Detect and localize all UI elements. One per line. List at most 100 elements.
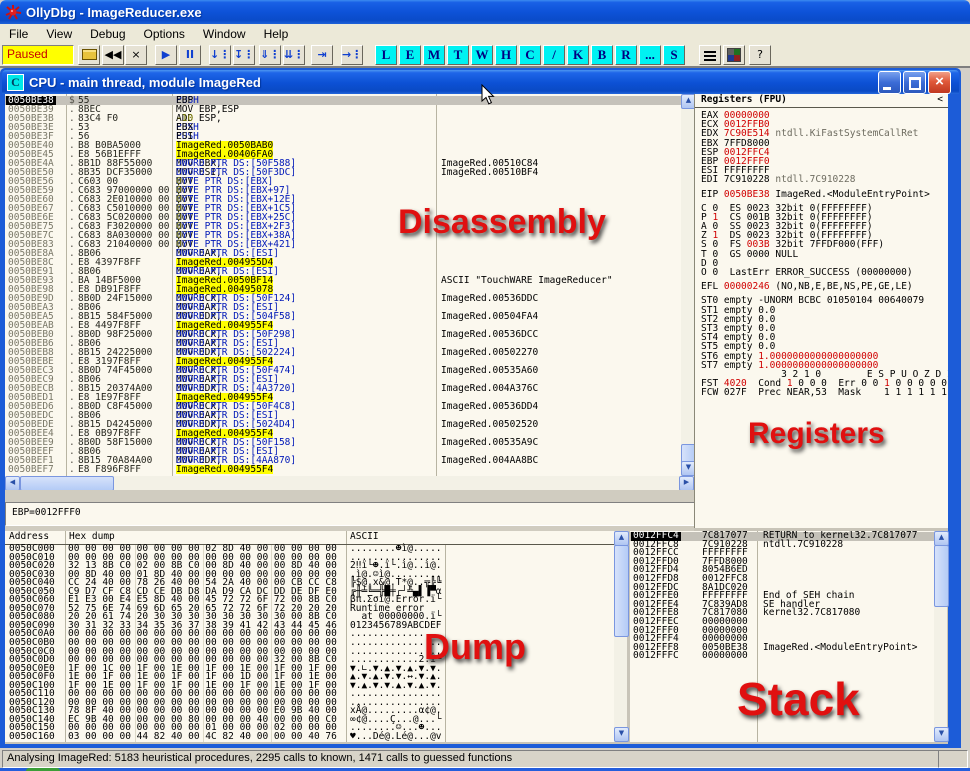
panel-button-K[interactable]: K [567, 45, 589, 65]
panel-button-M[interactable]: M [423, 45, 445, 65]
scroll-up-icon[interactable]: ▲ [934, 531, 949, 546]
scroll-left-icon[interactable]: ◀ [5, 476, 20, 491]
disasm-marker: . [69, 465, 75, 474]
disasm-comment: ImageRed.004A376C [441, 384, 538, 393]
register-line[interactable]: EIP 0050BE38 ImageRed.<ModuleEntryPoint> [701, 190, 948, 199]
stack-comment: ntdll.7C910228 [763, 541, 843, 550]
disasm-row[interactable]: 0050BEE9.8B0D 58F15000MOV ECX,DWORD PTR … [5, 438, 681, 447]
disasm-comment: ImageRed.00536DDC [441, 294, 538, 303]
panel-button-B[interactable]: B [591, 45, 613, 65]
panel-button-L[interactable]: L [375, 45, 397, 65]
text-run: 00000246 [724, 281, 770, 292]
text-run: 0050BE38 [724, 189, 770, 200]
registers-pane[interactable]: Registers (FPU) < EAX 00000000ECX 0012FF… [695, 94, 948, 528]
scroll-down-icon[interactable]: ▼ [614, 727, 629, 742]
dump-row[interactable]: 0050C16003 00 00 00 44 82 40 00 4C 82 40… [5, 733, 614, 742]
stack-comment: ImageRed.<ModuleEntryPoint> [763, 644, 917, 653]
stack-value: 00000000 [702, 652, 748, 661]
open-folder-icon [82, 49, 97, 60]
text-run: EFL [701, 281, 724, 292]
panel-button-T[interactable]: T [447, 45, 469, 65]
execute-till-return-button[interactable]: ⇥ [311, 45, 333, 65]
scroll-thumb[interactable] [614, 545, 629, 637]
register-line[interactable]: O 0 LastErr ERROR_SUCCESS (00000000) [701, 268, 948, 277]
step-over-button[interactable]: ↧⋮ [233, 45, 255, 65]
text-run: (NO,NB,E,BE,NS,PE,GE,LE) [770, 281, 913, 292]
menu-item-options[interactable]: Options [135, 24, 194, 44]
stack-row[interactable]: 0012FFFC00000000 [630, 652, 934, 661]
run-button[interactable]: ▶ [155, 45, 177, 65]
register-line[interactable]: T 0 GS 0000 NULL [701, 250, 948, 259]
disasm-row[interactable]: 0050BEF7.E8 F896F8FFCALL ImageRed.004955… [5, 465, 681, 474]
scroll-thumb[interactable] [934, 545, 949, 607]
menu-item-file[interactable]: File [0, 24, 37, 44]
open-file-button[interactable] [78, 45, 100, 65]
disasm-row[interactable]: 0050BE38$55PUSH EBP [5, 96, 681, 105]
registers-lines: EAX 00000000ECX 0012FFB0EDX 7C90E514 ntd… [695, 108, 948, 397]
stack-rows: 0012FFC47C817077RETURN to kernel32.7C817… [630, 531, 934, 661]
panel-button-slash[interactable]: / [543, 45, 565, 65]
stack-vscrollbar[interactable]: ▲ ▼ [934, 531, 947, 742]
disasm-row[interactable]: 0050BEC3.8B0D 74F45000MOV ECX,DWORD PTR … [5, 366, 681, 375]
pane-splitter[interactable] [5, 490, 694, 502]
panel-button-R[interactable]: R [615, 45, 637, 65]
status-bar: Analysing ImageRed: 5183 heuristical pro… [0, 748, 970, 768]
register-line[interactable]: EDI 7C910228 ntdll.7C910228 [701, 175, 948, 184]
register-line[interactable]: EFL 00000246 (NO,NB,E,BE,NS,PE,GE,LE) [701, 282, 948, 291]
disassembly-pane[interactable]: 0050BE38$55PUSH EBP0050BE39.8BECMOV EBP,… [5, 94, 681, 476]
menu-item-window[interactable]: Window [194, 24, 255, 44]
disassembly-rows: 0050BE38$55PUSH EBP0050BE39.8BECMOV EBP,… [5, 94, 681, 474]
go-to-button[interactable]: →⋮ [341, 45, 363, 65]
panel-button-S[interactable]: S [663, 45, 685, 65]
close-program-button[interactable]: × [125, 45, 147, 65]
minimize-button[interactable] [878, 71, 901, 94]
menu-item-view[interactable]: View [37, 24, 81, 44]
scroll-thumb[interactable] [20, 476, 114, 491]
menu-item-debug[interactable]: Debug [81, 24, 134, 44]
collapse-button[interactable]: < [937, 94, 943, 106]
disasm-row[interactable]: 0050BEB0.8B0D 98F25000MOV ECX,DWORD PTR … [5, 330, 681, 339]
appearance-button[interactable] [723, 45, 745, 65]
disasm-row[interactable]: 0050BE8C.E8 4397F8FFCALL ImageRed.004955… [5, 258, 681, 267]
text-run: O 0 LastErr ERROR_SUCCESS (00000000) [701, 267, 913, 278]
menu-bar: FileViewDebugOptionsWindowHelp [0, 24, 970, 44]
menu-item-help[interactable]: Help [255, 24, 298, 44]
disasm-bytes: E8 F896F8FF [78, 465, 141, 474]
scroll-right-icon[interactable]: ▶ [679, 476, 694, 491]
disasm-row[interactable]: 0050BE3E.53PUSH EBX [5, 123, 681, 132]
restore-icon [909, 77, 921, 90]
panel-button-dots[interactable]: ... [639, 45, 661, 65]
view-log-button[interactable] [699, 45, 721, 65]
pause-button[interactable]: II [179, 45, 201, 65]
disasm-row[interactable]: 0050BE9D.8B0D 24F15000MOV ECX,DWORD PTR … [5, 294, 681, 303]
annotation-registers: Registers [748, 417, 885, 451]
restore-button[interactable] [903, 71, 926, 94]
main-title-bar[interactable]: OllyDbg - ImageReducer.exe [0, 0, 970, 24]
help-button[interactable]: ? [749, 45, 771, 65]
close-icon: × [929, 72, 950, 91]
panel-button-E[interactable]: E [399, 45, 421, 65]
disasm-hscrollbar[interactable]: ◀ ▶ [5, 476, 694, 490]
cpu-window-icon: C [7, 74, 24, 91]
restart-button[interactable]: ◀◀ [102, 45, 124, 65]
register-line[interactable]: FCW 027F Prec NEAR,53 Mask 1 1 1 1 1 1 [701, 388, 948, 397]
animate-over-button[interactable]: ⇊⋮ [283, 45, 305, 65]
column-separator [65, 531, 66, 544]
close-button[interactable]: × [928, 71, 951, 94]
disasm-comment: ImageRed.00510BF4 [441, 168, 538, 177]
text-run: ntdll.KiFastSystemCallRet [770, 128, 919, 139]
info-pane[interactable]: EBP=0012FFF0 [5, 502, 702, 526]
animate-into-button[interactable]: ⇓⋮ [259, 45, 281, 65]
cpu-window-controls: × [878, 71, 951, 94]
panel-button-C[interactable]: C [519, 45, 541, 65]
disasm-row[interactable]: 0050BED6.8B0D C8F45000MOV ECX,DWORD PTR … [5, 402, 681, 411]
disasm-vscrollbar[interactable]: ▲ ▼ [681, 94, 694, 476]
disasm-row[interactable]: 0050BE3B.83C4 F0ADD ESP,-10 [5, 114, 681, 123]
step-into-button[interactable]: ↓⋮ [209, 45, 231, 65]
panel-button-W[interactable]: W [471, 45, 493, 65]
dump-vscrollbar[interactable]: ▲ ▼ [614, 531, 627, 742]
scroll-down-icon[interactable]: ▼ [934, 727, 949, 742]
panel-button-H[interactable]: H [495, 45, 517, 65]
text-run: ImageRed.<ModuleEntryPoint> [770, 189, 930, 200]
scroll-up-icon[interactable]: ▲ [614, 531, 629, 546]
